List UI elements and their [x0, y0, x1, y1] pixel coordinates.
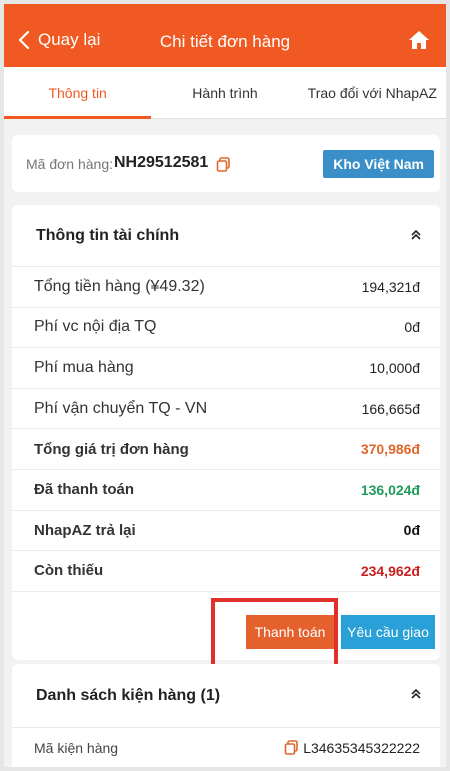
finance-row-refund: NhapAZ trả lại 0đ: [12, 511, 440, 552]
finance-card: Thông tin tài chính Tổng tiền hàng (¥49.…: [12, 205, 440, 671]
row-label: Còn thiếu: [34, 562, 104, 580]
finance-row-intl-shipping: Phí vận chuyển TQ - VN 166,665đ: [12, 389, 440, 430]
row-value-wrap: L34635345322222: [284, 740, 420, 756]
row-label: Đã thanh toán: [34, 481, 134, 499]
row-label: NhapAZ trả lại: [34, 521, 136, 539]
request-delivery-button[interactable]: Yêu cầu giao: [341, 615, 435, 649]
top-app-bar: Quay lại Chi tiết đơn hàng: [4, 4, 446, 67]
finance-header[interactable]: Thông tin tài chính: [12, 205, 440, 267]
finance-row-goods-total: Tổng tiền hàng (¥49.32) 194,321đ: [12, 267, 440, 308]
tab-bar: Thông tin Hành trình Trao đổi với NhapAZ: [4, 67, 446, 119]
row-value: 166,665đ: [361, 400, 420, 417]
row-label: Mã kiện hàng: [34, 739, 119, 756]
order-code: NH29512581: [114, 154, 209, 171]
copy-icon[interactable]: [284, 740, 299, 755]
pay-button[interactable]: Thanh toán: [246, 615, 334, 649]
row-value: 0đ: [404, 319, 420, 336]
chevron-up-icon[interactable]: [410, 229, 422, 241]
row-value: 194,321đ: [361, 278, 420, 295]
package-list-title: Danh sách kiện hàng (1): [36, 686, 221, 704]
package-row: Mã kiện hàng L34635345322222: [12, 728, 440, 767]
tab-info[interactable]: Thông tin: [4, 67, 152, 119]
package-list-card: Danh sách kiện hàng (1) Mã kiện hàng L34…: [12, 664, 440, 767]
row-value: 370,986đ: [360, 441, 420, 458]
row-value: 0đ: [403, 522, 420, 539]
copy-icon[interactable]: [216, 157, 231, 177]
tab-chat[interactable]: Trao đổi với NhapAZ: [299, 67, 446, 118]
row-label: Phí mua hàng: [34, 358, 134, 376]
phone-screen: Quay lại Chi tiết đơn hàng Thông tin Hàn…: [4, 4, 446, 767]
warehouse-badge[interactable]: Kho Việt Nam: [323, 150, 434, 178]
finance-row-domestic-shipping: Phí vc nội địa TQ 0đ: [12, 308, 440, 349]
finance-row-paid: Đã thanh toán 136,024đ: [12, 470, 440, 511]
home-icon: [409, 31, 429, 49]
home-button[interactable]: [408, 30, 430, 55]
chevron-up-icon[interactable]: [410, 688, 422, 700]
finance-row-order-total: Tổng giá trị đơn hàng 370,986đ: [12, 429, 440, 470]
row-value: 234,962đ: [360, 562, 420, 579]
tab-journey[interactable]: Hành trình: [151, 67, 298, 118]
package-code: L34635345322222: [303, 739, 420, 756]
row-value: 10,000đ: [369, 359, 420, 376]
row-value: 136,024đ: [360, 481, 420, 498]
row-label: Tổng giá trị đơn hàng: [34, 440, 189, 458]
finance-title: Thông tin tài chính: [36, 226, 180, 244]
package-header[interactable]: Danh sách kiện hàng (1): [12, 664, 440, 728]
row-label: Tổng tiền hàng (¥49.32): [34, 277, 205, 295]
finance-row-purchase-fee: Phí mua hàng 10,000đ: [12, 348, 440, 389]
row-label: Phí vc nội địa TQ: [34, 318, 157, 336]
order-summary-card: Mã đơn hàng: NH29512581 Kho Việt Nam: [12, 135, 440, 192]
page-title: Chi tiết đơn hàng: [159, 32, 291, 51]
order-code-label: Mã đơn hàng:: [26, 156, 114, 172]
row-label: Phí vận chuyển TQ - VN: [34, 399, 208, 417]
finance-row-remaining: Còn thiếu 234,962đ: [12, 551, 440, 592]
